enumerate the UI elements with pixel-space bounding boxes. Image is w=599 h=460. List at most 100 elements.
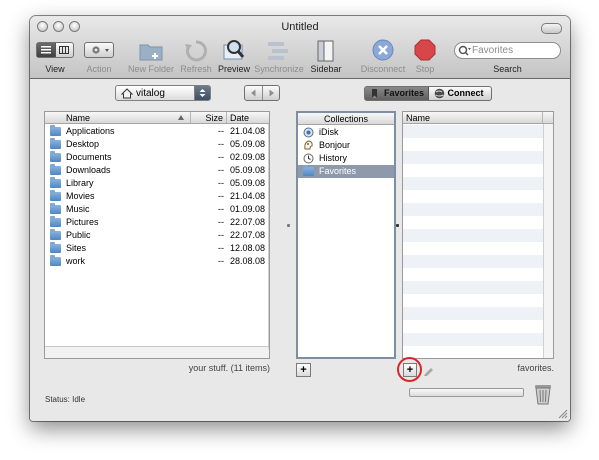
empty-row bbox=[403, 333, 553, 346]
stop-icon bbox=[414, 39, 436, 61]
content-area: vitalog Favorites Connect Name Size Date… bbox=[30, 79, 570, 421]
column-view-icon bbox=[59, 46, 70, 54]
search-label: Search bbox=[493, 64, 522, 74]
add-favorite-button[interactable]: + bbox=[403, 363, 417, 377]
folder-icon bbox=[50, 242, 61, 253]
forward-button[interactable] bbox=[263, 86, 280, 100]
collection-item[interactable]: iDisk bbox=[298, 126, 394, 139]
list-view-button[interactable] bbox=[37, 43, 56, 57]
status-text: Status: Idle bbox=[45, 395, 86, 404]
toolbar-toggle-button[interactable] bbox=[541, 23, 562, 34]
file-row[interactable]: Downloads -- 05.09.08 bbox=[45, 164, 269, 177]
remote-vertical-scrollbar[interactable] bbox=[543, 124, 553, 358]
folder-icon bbox=[50, 177, 61, 188]
folder-icon bbox=[303, 165, 314, 176]
globe-icon bbox=[434, 88, 444, 99]
collections-splitter-handle[interactable] bbox=[396, 224, 399, 227]
home-icon bbox=[121, 88, 133, 99]
file-row[interactable]: Music -- 01.09.08 bbox=[45, 203, 269, 216]
remote-mode-segmented: Favorites Connect bbox=[364, 86, 492, 101]
file-row[interactable]: Documents -- 02.09.08 bbox=[45, 151, 269, 164]
date-column-header[interactable]: Date bbox=[227, 112, 269, 123]
preview-label: Preview bbox=[217, 64, 250, 74]
trash-icon[interactable] bbox=[533, 383, 553, 405]
search-icon bbox=[458, 45, 471, 56]
file-size: -- bbox=[218, 191, 224, 201]
column-view-button[interactable] bbox=[56, 43, 73, 57]
disconnect-label: Disconnect bbox=[360, 64, 406, 74]
empty-row bbox=[403, 151, 553, 164]
file-row[interactable]: Public -- 22.07.08 bbox=[45, 229, 269, 242]
file-name: work bbox=[66, 256, 86, 266]
file-row[interactable]: Applications -- 21.04.08 bbox=[45, 125, 269, 138]
local-file-list[interactable]: Name Size Date Applications -- 21.04.08 Des… bbox=[44, 111, 270, 359]
folder-icon bbox=[50, 216, 61, 227]
empty-row bbox=[403, 229, 553, 242]
file-size: -- bbox=[218, 204, 224, 214]
file-row[interactable]: Library -- 05.09.08 bbox=[45, 177, 269, 190]
action-label: Action bbox=[86, 64, 112, 74]
local-list-header: Name Size Date bbox=[45, 112, 269, 124]
action-button[interactable] bbox=[84, 42, 114, 58]
file-row[interactable]: Desktop -- 05.09.08 bbox=[45, 138, 269, 151]
remote-name-column-header[interactable]: Name bbox=[403, 112, 543, 123]
remote-summary: favorites. bbox=[517, 363, 554, 373]
file-size: -- bbox=[218, 126, 224, 136]
resize-grip-icon[interactable] bbox=[558, 409, 568, 419]
splitter-handle[interactable] bbox=[287, 224, 290, 227]
preview-icon bbox=[223, 40, 245, 60]
back-forward-control bbox=[244, 85, 280, 101]
file-date: 01.09.08 bbox=[230, 204, 266, 214]
file-size: -- bbox=[218, 165, 224, 175]
favorites-segment[interactable]: Favorites bbox=[365, 87, 429, 100]
collections-panel[interactable]: Collections iDisk Bonjour History Favorites bbox=[296, 111, 396, 359]
file-date: 21.04.08 bbox=[230, 191, 266, 201]
file-date: 22.07.08 bbox=[230, 230, 266, 240]
file-date: 05.09.08 bbox=[230, 178, 266, 188]
add-collection-button[interactable]: + bbox=[296, 363, 311, 377]
edit-favorite-button[interactable] bbox=[422, 363, 436, 377]
collection-label: Bonjour bbox=[319, 140, 351, 150]
remote-list-header: Name bbox=[403, 112, 553, 124]
file-name: Sites bbox=[66, 243, 87, 253]
back-button[interactable] bbox=[245, 86, 263, 100]
main-window: Untitled View Action New Folder Refresh … bbox=[30, 16, 570, 421]
remote-file-list[interactable]: Name bbox=[402, 111, 554, 359]
window-title: Untitled bbox=[281, 21, 319, 33]
history-icon bbox=[303, 153, 314, 164]
collection-item[interactable]: History bbox=[298, 152, 394, 165]
refresh-icon bbox=[185, 40, 207, 62]
file-size: -- bbox=[218, 217, 224, 227]
collection-item[interactable]: Bonjour bbox=[298, 139, 394, 152]
empty-row bbox=[403, 307, 553, 320]
synchronize-icon bbox=[268, 42, 288, 60]
disconnect-icon bbox=[372, 39, 394, 61]
folder-icon bbox=[50, 255, 61, 266]
empty-row bbox=[403, 281, 553, 294]
file-size: -- bbox=[218, 152, 224, 162]
folder-icon bbox=[50, 229, 61, 240]
local-horizontal-scrollbar[interactable] bbox=[45, 346, 269, 358]
stop-label: Stop bbox=[415, 64, 435, 74]
name-column-header[interactable]: Name bbox=[45, 112, 191, 123]
new-folder-label: New Folder bbox=[128, 64, 175, 74]
size-column-header[interactable]: Size bbox=[191, 112, 227, 123]
connect-segment[interactable]: Connect bbox=[429, 87, 492, 100]
file-row[interactable]: Sites -- 12.08.08 bbox=[45, 242, 269, 255]
collection-item[interactable]: Favorites bbox=[298, 165, 394, 178]
list-view-icon bbox=[40, 46, 51, 54]
file-size: -- bbox=[218, 243, 224, 253]
file-size: -- bbox=[218, 178, 224, 188]
popup-arrows-icon bbox=[194, 86, 210, 100]
file-row[interactable]: work -- 28.08.08 bbox=[45, 255, 269, 268]
file-size: -- bbox=[218, 256, 224, 266]
folder-icon bbox=[50, 151, 61, 162]
location-popup[interactable]: vitalog bbox=[115, 85, 211, 101]
file-date: 05.09.08 bbox=[230, 165, 266, 175]
file-date: 22.07.08 bbox=[230, 217, 266, 227]
gear-icon bbox=[92, 46, 109, 54]
file-row[interactable]: Pictures -- 22.07.08 bbox=[45, 216, 269, 229]
sort-ascending-icon bbox=[178, 115, 184, 120]
file-row[interactable]: Movies -- 21.04.08 bbox=[45, 190, 269, 203]
column-divider bbox=[268, 124, 269, 349]
